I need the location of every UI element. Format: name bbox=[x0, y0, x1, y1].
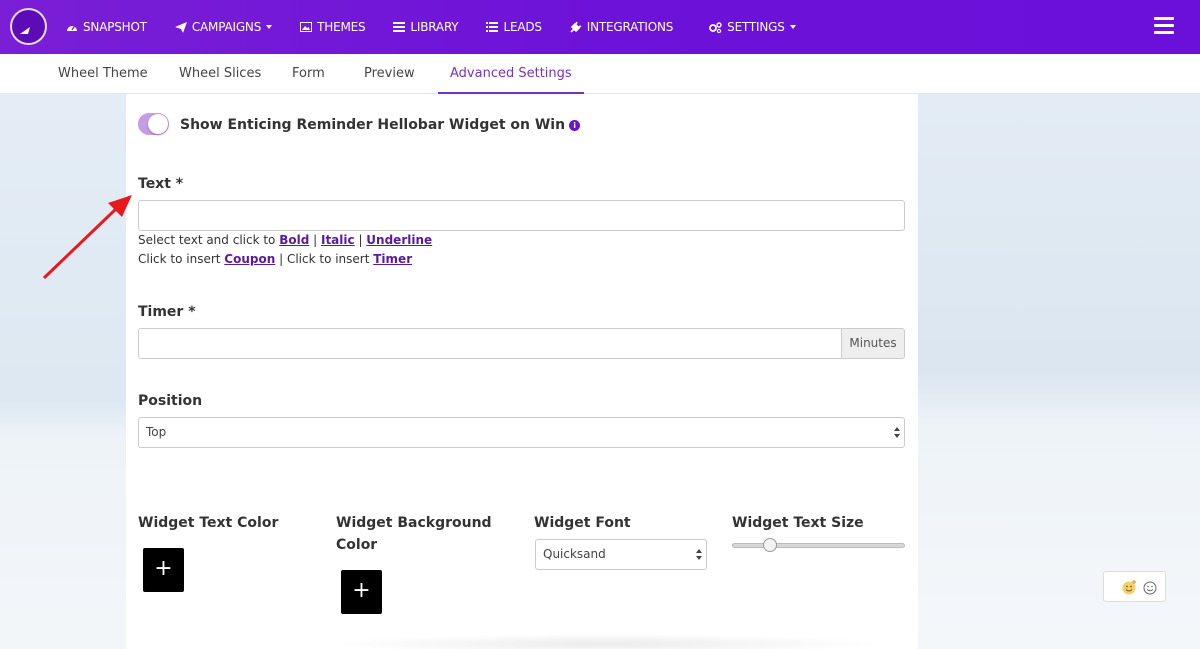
nav-label: SNAPSHOT bbox=[83, 20, 147, 34]
nav-snapshot[interactable]: SNAPSHOT bbox=[66, 20, 147, 34]
widget-text-size-slider-handle[interactable] bbox=[763, 538, 778, 552]
advanced-settings-panel: Show Enticing Reminder Hellobar Widget o… bbox=[126, 94, 918, 649]
widget-background-color-button[interactable]: + bbox=[341, 570, 382, 614]
widget-text-size-slider[interactable] bbox=[732, 543, 905, 548]
position-label: Position bbox=[138, 393, 203, 409]
wheel-logo-icon bbox=[20, 27, 30, 34]
widget-text-size-label: Widget Text Size bbox=[732, 515, 864, 531]
format-hint: Select text and click to Bold | Italic |… bbox=[138, 233, 432, 247]
list-icon bbox=[393, 22, 406, 32]
nav-label: SETTINGS bbox=[727, 20, 785, 34]
underline-link[interactable]: Underline bbox=[366, 233, 432, 247]
widget-background-color-label: Widget Background Color bbox=[336, 515, 492, 553]
toggle-label: Show Enticing Reminder Hellobar Widget o… bbox=[180, 117, 581, 133]
editor-tabs: Wheel Theme Wheel Slices Form Preview Ad… bbox=[0, 54, 1200, 94]
tab-advanced-settings[interactable]: Advanced Settings bbox=[438, 54, 584, 94]
paper-plane-icon bbox=[174, 21, 187, 33]
emoji-feedback-button[interactable] bbox=[1103, 571, 1166, 602]
nav-themes[interactable]: THEMES bbox=[300, 20, 366, 34]
nav-label: THEMES bbox=[317, 20, 366, 34]
nav-label: INTEGRATIONS bbox=[586, 20, 674, 34]
nav-label: CAMPAIGNS bbox=[191, 20, 262, 34]
widget-font-select[interactable]: Quicksand bbox=[535, 539, 707, 570]
insert-hint-mid: | Click to insert bbox=[275, 252, 374, 266]
image-icon bbox=[300, 22, 313, 32]
text-label: Text * bbox=[138, 176, 184, 192]
tab-wheel-theme[interactable]: Wheel Theme bbox=[58, 54, 148, 94]
insert-hint-prefix: Click to insert bbox=[138, 252, 225, 266]
nav-label: LIBRARY bbox=[410, 20, 459, 34]
tab-form[interactable]: Form bbox=[292, 54, 325, 94]
nav-integrations[interactable]: INTEGRATIONS bbox=[570, 20, 673, 34]
widget-font-label: Widget Font bbox=[534, 515, 631, 531]
bold-link[interactable]: Bold bbox=[279, 233, 309, 247]
toggle-knob bbox=[148, 114, 168, 134]
timer-input[interactable] bbox=[138, 328, 842, 359]
app-logo[interactable] bbox=[10, 8, 47, 45]
caret-down-icon bbox=[266, 25, 273, 29]
widget-text-color-button[interactable]: + bbox=[143, 548, 184, 592]
dashboard-icon bbox=[67, 25, 77, 31]
nav-library[interactable]: LIBRARY bbox=[393, 20, 459, 34]
background-left bbox=[0, 94, 126, 649]
separator: | bbox=[309, 233, 321, 247]
hellobar-widget-toggle[interactable] bbox=[138, 113, 169, 135]
decorative-shadow bbox=[326, 634, 886, 649]
top-navbar: SNAPSHOT CAMPAIGNS THEMES LIBRARY LEADS … bbox=[0, 0, 1200, 54]
tab-wheel-slices[interactable]: Wheel Slices bbox=[179, 54, 261, 94]
widget-text-color-label: Widget Text Color bbox=[138, 515, 279, 531]
format-hint-prefix: Select text and click to bbox=[138, 233, 280, 247]
insert-hint: Click to insert Coupon | Click to insert… bbox=[138, 252, 412, 266]
main-nav: SNAPSHOT CAMPAIGNS THEMES LIBRARY LEADS … bbox=[66, 0, 824, 54]
info-icon[interactable]: i bbox=[569, 119, 581, 131]
position-value: Top bbox=[146, 425, 167, 439]
nav-campaigns[interactable]: CAMPAIGNS bbox=[174, 20, 273, 34]
select-arrows-icon bbox=[894, 427, 900, 438]
timer-label: Timer * bbox=[138, 304, 196, 320]
tab-preview[interactable]: Preview bbox=[364, 54, 415, 94]
nav-label: LEADS bbox=[503, 20, 542, 34]
nav-leads[interactable]: LEADS bbox=[486, 20, 542, 34]
hamburger-menu-icon[interactable] bbox=[1154, 17, 1174, 35]
minutes-addon: Minutes bbox=[841, 328, 905, 359]
position-select[interactable]: Top bbox=[138, 417, 905, 448]
insert-coupon-link[interactable]: Coupon bbox=[224, 252, 275, 266]
text-input[interactable] bbox=[138, 200, 905, 231]
plug-icon bbox=[570, 21, 582, 33]
separator: | bbox=[354, 233, 367, 247]
emoji-icon bbox=[1122, 580, 1157, 595]
toggle-label-text: Show Enticing Reminder Hellobar Widget o… bbox=[180, 117, 566, 133]
select-arrows-icon bbox=[696, 549, 702, 560]
caret-down-icon bbox=[789, 25, 796, 29]
list-alt-icon bbox=[486, 22, 499, 32]
background-right bbox=[918, 94, 1200, 649]
nav-settings[interactable]: SETTINGS bbox=[709, 20, 796, 34]
gears-icon bbox=[709, 21, 722, 33]
italic-link[interactable]: Italic bbox=[321, 233, 355, 247]
widget-font-value: Quicksand bbox=[543, 547, 606, 561]
insert-timer-link[interactable]: Timer bbox=[373, 252, 412, 266]
